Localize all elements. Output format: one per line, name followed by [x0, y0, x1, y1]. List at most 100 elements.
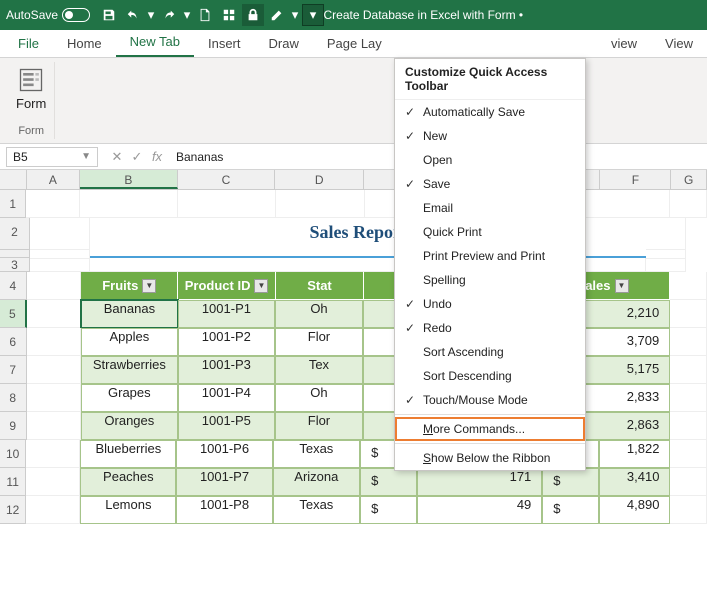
row-header-6[interactable]: 6	[0, 328, 27, 356]
tab-home[interactable]: Home	[53, 30, 116, 57]
col-header-i[interactable]: G	[671, 170, 707, 189]
th-state[interactable]: Stat	[276, 272, 364, 300]
table-cell[interactable]: Flor	[275, 328, 363, 356]
table-cell[interactable]: 1001-P2	[178, 328, 275, 356]
tab-new-tab[interactable]: New Tab	[116, 28, 194, 57]
menu-print-preview[interactable]: Print Preview and Print	[395, 244, 585, 268]
col-header-b[interactable]: B	[80, 170, 178, 189]
new-file-icon[interactable]	[194, 4, 216, 26]
undo-icon[interactable]	[122, 4, 144, 26]
cancel-formula-icon[interactable]: ✕	[108, 149, 126, 165]
table-cell[interactable]: 2,863	[627, 417, 660, 435]
autosave-toggle[interactable]: AutoSave	[6, 8, 90, 22]
table-cell[interactable]: 1001-P7	[176, 468, 272, 496]
table-cell[interactable]: Tex	[275, 356, 363, 384]
menu-save[interactable]: Save	[395, 172, 585, 196]
tab-view[interactable]: View	[651, 30, 707, 57]
col-header-a[interactable]: A	[27, 170, 80, 189]
filter-icon[interactable]: ▼	[615, 279, 629, 293]
row-header-1[interactable]: 1	[0, 190, 26, 218]
save-icon[interactable]	[98, 4, 120, 26]
cell-b5[interactable]: Bananas	[81, 300, 178, 328]
toggle-switch[interactable]	[62, 8, 90, 22]
menu-undo[interactable]: Undo	[395, 292, 585, 316]
pen-icon[interactable]	[266, 4, 288, 26]
table-cell[interactable]: Grapes	[81, 384, 178, 412]
table-cell[interactable]: Apples	[81, 328, 178, 356]
table-cell[interactable]: Oh	[275, 384, 363, 412]
menu-quick-print[interactable]: Quick Print	[395, 220, 585, 244]
table-cell[interactable]: 3,709	[627, 333, 660, 351]
row-header-7[interactable]: 7	[0, 356, 27, 384]
row-header-4[interactable]: 4	[0, 272, 27, 300]
select-all-corner[interactable]	[0, 170, 27, 189]
qat-chevron-3[interactable]: ▾	[290, 4, 300, 26]
table-cell[interactable]: Oranges	[81, 412, 178, 440]
table-cell[interactable]: 1001-P3	[178, 356, 275, 384]
col-header-h[interactable]: F	[600, 170, 671, 189]
menu-open[interactable]: Open	[395, 148, 585, 172]
table-cell[interactable]: 3,410	[599, 468, 670, 496]
table-cell[interactable]: 4,890	[599, 496, 670, 524]
row-header-3[interactable]: 3	[0, 258, 30, 272]
menu-sort-asc[interactable]: Sort Ascending	[395, 340, 585, 364]
tab-review-partial[interactable]: view	[597, 30, 651, 57]
qat-chevron-1[interactable]: ▾	[146, 4, 156, 26]
spreadsheet-grid[interactable]: A B C D E F G 1 2 Sales Report of 3 4 Fr…	[0, 170, 707, 524]
lock-icon[interactable]	[242, 4, 264, 26]
menu-sort-desc[interactable]: Sort Descending	[395, 364, 585, 388]
col-header-d[interactable]: D	[275, 170, 364, 189]
row-header-11[interactable]: 11	[0, 468, 26, 496]
cell-d5[interactable]: Oh	[275, 300, 363, 328]
filter-icon[interactable]: ▼	[254, 279, 268, 293]
menu-email[interactable]: Email	[395, 196, 585, 220]
redo-icon[interactable]	[158, 4, 180, 26]
row-header-9[interactable]: 9	[0, 412, 27, 440]
table-cell[interactable]: Peaches	[80, 468, 176, 496]
table-cell[interactable]: 1001-P6	[176, 440, 272, 468]
table-cell[interactable]: 171	[417, 468, 542, 496]
table-cell[interactable]: Texas	[273, 496, 360, 524]
filter-icon[interactable]: ▼	[142, 279, 156, 293]
row-header-2[interactable]: 2	[0, 218, 30, 250]
menu-spelling[interactable]: Spelling	[395, 268, 585, 292]
touch-mode-icon[interactable]	[218, 4, 240, 26]
menu-touch-mouse[interactable]: Touch/Mouse Mode	[395, 388, 585, 412]
tab-insert[interactable]: Insert	[194, 30, 255, 57]
cell-c5[interactable]: 1001-P1	[178, 300, 275, 328]
menu-show-below[interactable]: Show Below the Ribbon	[395, 446, 585, 470]
menu-auto-save[interactable]: Automatically Save	[395, 100, 585, 124]
table-cell[interactable]: Flor	[275, 412, 363, 440]
table-cell[interactable]: 1,822	[599, 440, 670, 468]
table-cell[interactable]: 2,833	[627, 389, 660, 407]
table-cell[interactable]: 1001-P5	[178, 412, 275, 440]
cell-sales-5[interactable]: 2,210	[627, 305, 660, 323]
th-fruits[interactable]: Fruits▼	[81, 272, 178, 300]
name-box[interactable]: B5 ▼	[6, 147, 98, 167]
form-button[interactable]: Form	[14, 64, 48, 113]
table-cell[interactable]: Lemons	[80, 496, 176, 524]
table-cell[interactable]: Texas	[273, 440, 360, 468]
table-cell[interactable]: 5,175	[627, 361, 660, 379]
tab-draw[interactable]: Draw	[255, 30, 313, 57]
fx-icon[interactable]: fx	[148, 149, 166, 165]
menu-redo[interactable]: Redo	[395, 316, 585, 340]
row-header-10[interactable]: 10	[0, 440, 26, 468]
customize-qat-button[interactable]: ▾	[302, 4, 324, 26]
row-header-5[interactable]: 5	[0, 300, 27, 328]
qat-chevron-2[interactable]: ▾	[182, 4, 192, 26]
col-header-c[interactable]: C	[178, 170, 276, 189]
th-product-id[interactable]: Product ID▼	[178, 272, 275, 300]
table-cell[interactable]: Strawberries	[81, 356, 178, 384]
tab-file[interactable]: File	[4, 30, 53, 57]
table-cell[interactable]: 49	[417, 496, 542, 524]
row-header-12[interactable]: 12	[0, 496, 26, 524]
name-box-dropdown-icon[interactable]: ▼	[81, 151, 91, 162]
table-cell[interactable]: Arizona	[273, 468, 360, 496]
table-cell[interactable]: Blueberries	[80, 440, 176, 468]
table-cell[interactable]: 1001-P4	[178, 384, 275, 412]
table-cell[interactable]: 1001-P8	[176, 496, 272, 524]
row-header-8[interactable]: 8	[0, 384, 27, 412]
enter-formula-icon[interactable]: ✓	[128, 149, 146, 165]
menu-more-commands[interactable]: More Commands...	[395, 417, 585, 441]
